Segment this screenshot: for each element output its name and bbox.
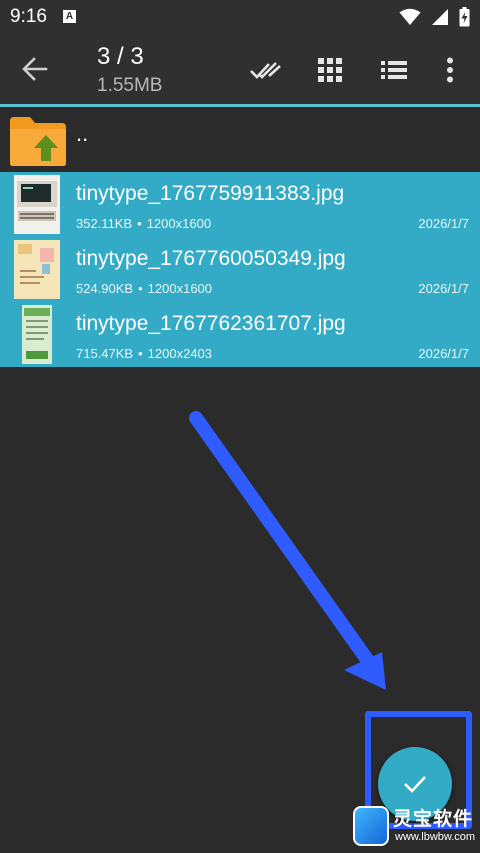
meta-separator: • [138,346,143,361]
selection-count: 3 / 3 [97,43,144,70]
battery-icon [459,7,470,27]
selection-total-size: 1.55MB [97,75,163,96]
file-row[interactable]: tinytype_1767760050349.jpg 524.90KB • 1200… [0,237,480,302]
status-bar: 9:16 A [0,0,480,34]
file-size: 524.90KB [76,281,134,296]
meta-separator: • [138,281,143,296]
file-size: 715.47KB [76,346,134,361]
watermark: 灵宝软件 www.lbwbw.com [353,804,475,850]
file-name: tinytype_1767762361707.jpg [76,312,346,335]
list-view-icon [381,61,407,79]
image-thumbnail [14,175,60,234]
select-all-icon [250,62,281,79]
watermark-url: www.lbwbw.com [395,831,476,843]
file-name: tinytype_1767759911383.jpg [76,182,345,205]
file-dimensions: 1200x2403 [147,346,213,361]
back-arrow-icon [22,57,48,81]
more-options-icon [447,57,453,83]
watermark-logo-icon [353,806,389,846]
back-button[interactable] [18,52,52,86]
file-name: tinytype_1767760050349.jpg [76,247,346,270]
file-row[interactable]: tinytype_1767762361707.jpg 715.47KB • 1200… [0,302,480,367]
file-meta: 715.47KB • 1200x2403 [76,346,212,361]
status-icons [399,6,470,28]
list-view-button[interactable] [376,52,412,88]
file-meta: 524.90KB • 1200x1600 [76,281,212,296]
action-toolbar: 3 / 3 1.55MB [0,34,480,104]
image-thumbnail [14,240,60,299]
more-options-button[interactable] [432,52,468,88]
file-dimensions: 1200x1600 [146,216,212,231]
parent-folder-row[interactable]: .. [0,107,480,172]
watermark-title: 灵宝软件 [393,808,474,830]
file-date: 2026/1/7 [418,281,469,296]
file-dimensions: 1200x1600 [147,281,213,296]
file-row[interactable]: tinytype_1767759911383.jpg 352.11KB • 1200… [0,172,480,237]
file-date: 2026/1/7 [418,216,469,231]
checkmark-icon [404,776,426,793]
signal-icon [432,9,448,25]
parent-folder-label: .. [76,121,89,146]
meta-separator: • [137,216,142,231]
folder-up-icon [10,117,66,166]
select-all-button[interactable] [248,52,284,88]
file-date: 2026/1/7 [418,346,469,361]
grid-view-icon [318,58,342,82]
status-time: 9:16 [10,6,47,27]
wifi-icon [399,8,421,25]
grid-view-button[interactable] [312,52,348,88]
notification-app-icon: A [63,10,76,23]
file-meta: 352.11KB • 1200x1600 [76,216,211,231]
image-thumbnail [14,305,60,364]
file-size: 352.11KB [76,216,133,231]
